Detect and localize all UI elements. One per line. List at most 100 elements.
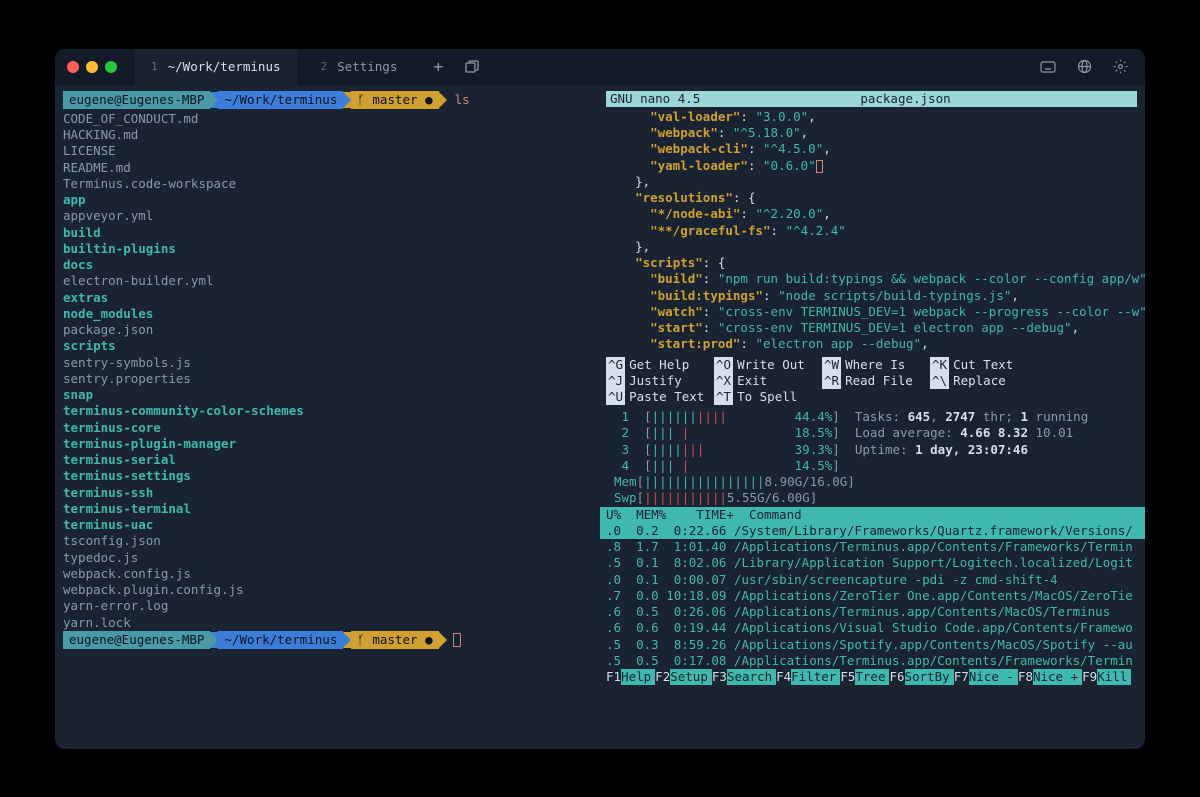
shell-command: ls: [455, 92, 470, 108]
file-listing: CODE_OF_CONDUCT.mdHACKING.mdLICENSEREADM…: [63, 111, 592, 631]
process-row[interactable]: .0 0.1 0:00.07 /usr/sbin/screencapture -…: [600, 572, 1145, 588]
file-entry: CODE_OF_CONDUCT.md: [63, 111, 592, 127]
fkey[interactable]: F7: [954, 669, 969, 685]
process-row[interactable]: .0 0.2 0:22.66 /System/Library/Framework…: [600, 523, 1145, 539]
app-window: 1 ~/Work/terminus 2 Settings +: [55, 49, 1145, 749]
tab-label: Settings: [337, 59, 397, 74]
fkey-label: Kill: [1097, 669, 1131, 685]
code-line: "val-loader": "3.0.0",: [600, 109, 1145, 125]
globe-icon[interactable]: [1071, 54, 1097, 80]
branch-icon: ᚶ: [357, 92, 365, 107]
nano-titlebar: GNU nano 4.5 package.json: [606, 91, 1137, 107]
shell-prompt: eugene@Eugenes-MBP ~/Work/terminus ᚶ mas…: [63, 631, 592, 649]
fkey[interactable]: F6: [889, 669, 904, 685]
directory-entry: extras: [63, 290, 592, 306]
prompt-user: eugene@Eugenes-MBP: [63, 91, 210, 109]
process-row[interactable]: .6 0.6 0:19.44 /Applications/Visual Stud…: [600, 620, 1145, 636]
file-entry: sentry.properties: [63, 371, 592, 387]
nano-shortcuts: ^GGet Help^OWrite Out^WWhere Is^KCut Tex…: [600, 353, 1145, 410]
process-row[interactable]: .7 0.0 10:18.09 /Applications/ZeroTier O…: [600, 588, 1145, 604]
fkey[interactable]: F1: [606, 669, 621, 685]
file-entry: tsconfig.json: [63, 533, 592, 549]
htop-pane[interactable]: 1 [|||||||||| 44.4%] Tasks: 645, 2747 th…: [600, 403, 1145, 748]
fkey-label: Help: [621, 669, 655, 685]
fkey[interactable]: F4: [776, 669, 791, 685]
directory-entry: docs: [63, 257, 592, 273]
maximize-icon[interactable]: [105, 61, 117, 73]
fkey-label: Search: [727, 669, 776, 685]
code-line: "start": "cross-env TERMINUS_DEV=1 elect…: [600, 320, 1145, 336]
tab-number: 2: [321, 60, 328, 73]
tab-terminal[interactable]: 1 ~/Work/terminus: [135, 49, 297, 85]
directory-entry: terminus-ssh: [63, 485, 592, 501]
file-entry: package.json: [63, 322, 592, 338]
fkey-label: Setup: [670, 669, 712, 685]
minimize-icon[interactable]: [86, 61, 98, 73]
chevron-right-icon: [439, 632, 447, 648]
fkey[interactable]: F8: [1018, 669, 1033, 685]
windows-icon[interactable]: [459, 54, 485, 80]
file-entry: webpack.config.js: [63, 566, 592, 582]
fkey[interactable]: F9: [1082, 669, 1097, 685]
nano-shortcut: ^XExit: [714, 373, 822, 389]
prompt-path: ~/Work/terminus: [218, 631, 343, 649]
directory-entry: node_modules: [63, 306, 592, 322]
fkey-label: Filter: [791, 669, 840, 685]
directory-entry: terminus-plugin-manager: [63, 436, 592, 452]
process-row[interactable]: .6 0.5 0:26.06 /Applications/Terminus.ap…: [600, 604, 1145, 620]
code-line: "build:typings": "node scripts/build-typ…: [600, 288, 1145, 304]
code-line: "*/node-abi": "^2.20.0",: [600, 206, 1145, 222]
terminal-pane-left[interactable]: eugene@Eugenes-MBP ~/Work/terminus ᚶ mas…: [55, 85, 600, 749]
process-row[interactable]: .5 0.5 0:17.08 /Applications/Terminus.ap…: [600, 653, 1145, 669]
file-entry: Terminus.code-workspace: [63, 176, 592, 192]
code-line: "webpack-cli": "^4.5.0",: [600, 141, 1145, 157]
keyboard-icon[interactable]: [1035, 54, 1061, 80]
code-line: },: [600, 174, 1145, 190]
nano-pane[interactable]: GNU nano 4.5 package.json "val-loader": …: [600, 85, 1145, 404]
dirty-dot-icon: ●: [425, 92, 433, 107]
process-row[interactable]: .5 0.3 8:59.26 /Applications/Spotify.app…: [600, 637, 1145, 653]
code-line: "build": "npm run build:typings && webpa…: [600, 271, 1145, 287]
nano-shortcut: ^RRead File: [822, 373, 930, 389]
code-line: "scripts": {: [600, 255, 1145, 271]
file-entry: HACKING.md: [63, 127, 592, 143]
fkey[interactable]: F3: [712, 669, 727, 685]
right-controls: [1035, 54, 1133, 80]
code-line: "webpack": "^5.18.0",: [600, 125, 1145, 141]
close-icon[interactable]: [67, 61, 79, 73]
terminal-pane-right: GNU nano 4.5 package.json "val-loader": …: [600, 85, 1145, 749]
tab-label: ~/Work/terminus: [168, 59, 281, 74]
process-row[interactable]: .5 0.1 8:02.06 /Library/Application Supp…: [600, 555, 1145, 571]
gear-icon[interactable]: [1107, 54, 1133, 80]
cpu-meter: 1 [|||||||||| 44.4%] Tasks: 645, 2747 th…: [600, 409, 1145, 425]
tab-settings[interactable]: 2 Settings: [305, 49, 414, 85]
directory-entry: terminus-settings: [63, 468, 592, 484]
htop-fkeys: F1Help F2Setup F3SearchF4FilterF5Tree F6…: [600, 669, 1145, 685]
prompt-user: eugene@Eugenes-MBP: [63, 631, 210, 649]
directory-entry: builtin-plugins: [63, 241, 592, 257]
cpu-meter: 2 [||| | 18.5%] Load average: 4.66 8.32 …: [600, 425, 1145, 441]
directory-entry: terminus-core: [63, 420, 592, 436]
file-entry: README.md: [63, 160, 592, 176]
chevron-right-icon: [343, 92, 351, 108]
code-line: "yaml-loader": "0.6.0": [600, 158, 1145, 174]
chevron-right-icon: [210, 632, 218, 648]
mem-meter: Mem[||||||||||||||||8.90G/16.0G]: [600, 474, 1145, 490]
titlebar: 1 ~/Work/terminus 2 Settings +: [55, 49, 1145, 85]
fkey-label: Nice -: [969, 669, 1018, 685]
new-tab-icon[interactable]: +: [425, 54, 451, 80]
directory-entry: terminus-community-color-schemes: [63, 403, 592, 419]
file-entry: yarn-error.log: [63, 598, 592, 614]
directory-entry: snap: [63, 387, 592, 403]
prompt-path: ~/Work/terminus: [218, 91, 343, 109]
chevron-right-icon: [439, 92, 447, 108]
shell-prompt: eugene@Eugenes-MBP ~/Work/terminus ᚶ mas…: [63, 91, 592, 109]
fkey[interactable]: F5: [840, 669, 855, 685]
chevron-right-icon: [210, 92, 218, 108]
file-entry: typedoc.js: [63, 550, 592, 566]
file-entry: LICENSE: [63, 143, 592, 159]
fkey[interactable]: F2: [655, 669, 670, 685]
nano-shortcut: ^KCut Text: [930, 357, 1038, 373]
fkey-label: SortBy: [905, 669, 954, 685]
process-row[interactable]: .8 1.7 1:01.40 /Applications/Terminus.ap…: [600, 539, 1145, 555]
